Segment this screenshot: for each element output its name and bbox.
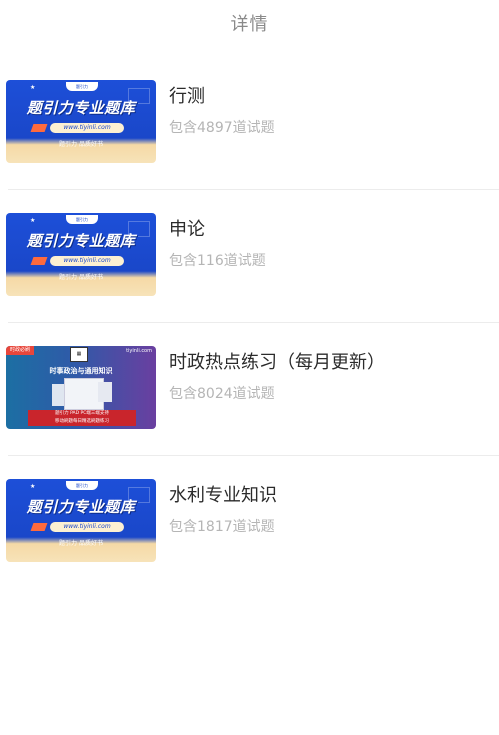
star-icon: ★: [30, 217, 36, 224]
thumbnail-brand: 题引力专业题库: [26, 99, 136, 117]
star-icon: ★: [30, 84, 36, 91]
item-thumbnail[interactable]: ★ 题引力 题引力专业题库 www.tiyinli.com 题引力 品质好书: [6, 213, 156, 296]
item-question-count: 包含1817道试题: [169, 519, 275, 535]
device-tablet-icon: [98, 382, 112, 402]
item-title[interactable]: 行测: [169, 82, 205, 108]
thumbnail-brand: 题引力专业题库: [26, 498, 136, 516]
item-title[interactable]: 水利专业知识: [169, 481, 277, 507]
item-title[interactable]: 申论: [169, 215, 205, 241]
thumbnail-slogan: 题引力 品质好书: [59, 141, 103, 148]
arrow-tag-icon: [30, 523, 48, 531]
thumbnail-badge: 时政必刷: [6, 346, 34, 355]
page-title: 详情: [230, 14, 269, 35]
arrow-tag-icon: [30, 257, 48, 265]
item-question-count: 包含116道试题: [169, 253, 266, 269]
item-thumbnail[interactable]: 时政必刷 ▦ tiyinli.com 时事政治与通用知识 题引力 PAD PC端…: [6, 346, 156, 429]
thumbnail-slogan: 题引力 品质好书: [59, 274, 103, 281]
qr-code-icon: ▦: [70, 347, 88, 362]
brand-logo: 题引力: [66, 215, 98, 224]
thumbnail-brand: 题引力专业题库: [26, 232, 136, 250]
list-item-xingce[interactable]: ★ 题引力 题引力专业题库 www.tiyinli.com 题引力 品质好书 行…: [0, 56, 499, 189]
header-bar: 详情: [0, 0, 499, 46]
thumbnail-site: tiyinli.com: [126, 348, 152, 354]
brand-logo: 题引力: [66, 82, 98, 91]
thumbnail-headline: 时事政治与通用知识: [49, 367, 113, 375]
item-question-count: 包含4897道试题: [169, 120, 275, 136]
thumbnail-url: www.tiyinli.com: [50, 123, 124, 133]
star-icon: ★: [30, 483, 36, 490]
brand-logo: 题引力: [66, 481, 98, 490]
list-item-shenlun[interactable]: ★ 题引力 题引力专业题库 www.tiyinli.com 题引力 品质好书 申…: [0, 189, 499, 322]
item-thumbnail[interactable]: ★ 题引力 题引力专业题库 www.tiyinli.com 题引力 品质好书: [6, 479, 156, 562]
arrow-tag-icon: [30, 124, 48, 132]
list-item-water-conservancy[interactable]: ★ 题引力 题引力专业题库 www.tiyinli.com 题引力 品质好书 水…: [0, 455, 499, 588]
banner-line: 题引力 PAD PC端三端支持: [55, 411, 109, 416]
question-bank-list: ★ 题引力 题引力专业题库 www.tiyinli.com 题引力 品质好书 行…: [0, 56, 499, 588]
thumbnail-slogan: 题引力 品质好书: [59, 540, 103, 547]
thumbnail-url: www.tiyinli.com: [50, 522, 124, 532]
thumbnail-url: www.tiyinli.com: [50, 256, 124, 266]
thumbnail-banner: 题引力 PAD PC端三端支持 移动刷题每日精选刷题练习: [28, 410, 136, 426]
list-item-current-affairs[interactable]: 时政必刷 ▦ tiyinli.com 时事政治与通用知识 题引力 PAD PC端…: [0, 322, 499, 455]
item-title[interactable]: 时政热点练习（每月更新）: [169, 348, 385, 374]
item-thumbnail[interactable]: ★ 题引力 题引力专业题库 www.tiyinli.com 题引力 品质好书: [6, 80, 156, 163]
banner-line: 移动刷题每日精选刷题练习: [55, 419, 109, 424]
item-question-count: 包含8024道试题: [169, 386, 275, 402]
